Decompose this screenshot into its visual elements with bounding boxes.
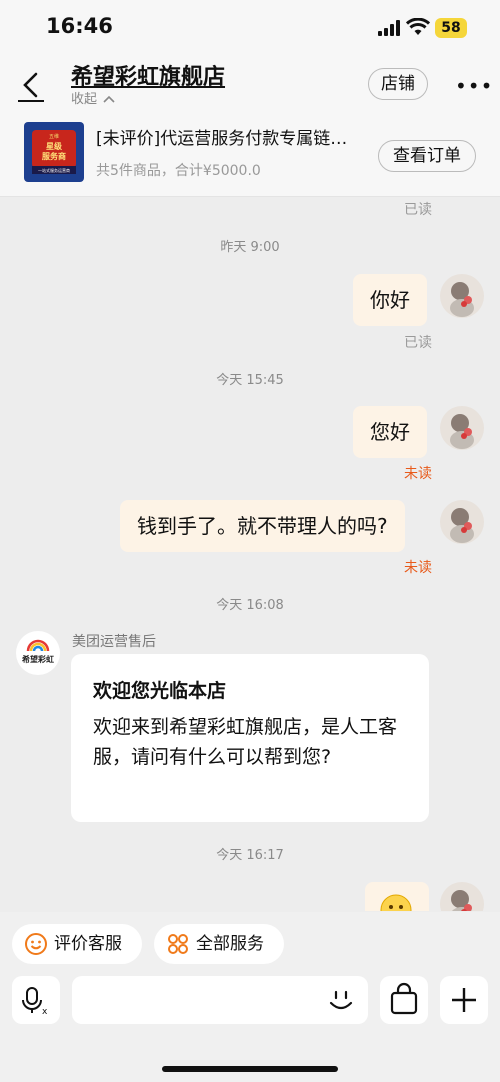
quick-actions: 评价客服 全部服务 xyxy=(0,912,500,972)
user-avatar[interactable] xyxy=(440,500,484,544)
order-bar[interactable]: 五维 星级 服务商 一站式服务运营商 [未评价]代运营服务付款专属链… 共5件商… xyxy=(0,114,500,197)
shop-button[interactable]: 店铺 xyxy=(368,68,428,100)
message-status: 未读 xyxy=(404,466,432,482)
more-icon[interactable]: ••• xyxy=(455,74,493,98)
timestamp: 今天 15:45 xyxy=(216,373,284,388)
plus-icon xyxy=(452,988,476,1012)
order-summary: 共5件商品，合计¥5000.0 xyxy=(96,163,261,179)
message-bubble-emoji[interactable] xyxy=(365,882,429,911)
microphone-icon: x xyxy=(22,987,48,1017)
read-status: 已读 xyxy=(404,202,432,218)
rate-service-button[interactable]: 评价客服 xyxy=(12,924,142,964)
smile-emoji-icon xyxy=(380,894,412,911)
message-input[interactable] xyxy=(72,976,368,1024)
all-services-label: 全部服务 xyxy=(196,934,264,954)
seller-name: 美团运营售后 xyxy=(72,634,156,650)
message-bubble-sent[interactable]: 您好 xyxy=(353,406,427,458)
chevron-up-icon xyxy=(103,95,115,103)
status-time: 16:46 xyxy=(46,14,113,38)
input-bar: x xyxy=(0,972,500,1082)
signal-icon xyxy=(378,20,400,36)
svg-text:希望彩虹: 希望彩虹 xyxy=(22,654,54,664)
back-arrow-icon[interactable] xyxy=(16,68,46,102)
welcome-card-title: 欢迎您光临本店 xyxy=(93,680,227,702)
chat-area[interactable]: 已读 昨天 9:00 你好 已读 今天 15:45 您好 未读 钱到手了。就不带… xyxy=(0,197,500,911)
message-status: 未读 xyxy=(404,560,432,576)
user-avatar[interactable] xyxy=(440,274,484,318)
chat-header: 希望彩虹旗舰店 收起 店铺 ••• xyxy=(0,56,500,114)
message-bubble-sent[interactable]: 钱到手了。就不带理人的吗? xyxy=(120,500,405,552)
wifi-icon xyxy=(406,18,430,35)
status-bar: 16:46 58 xyxy=(0,0,500,56)
smile-face-icon xyxy=(25,933,47,955)
collapse-label: 收起 xyxy=(71,92,98,107)
battery-level: 58 xyxy=(435,18,467,38)
emoji-icon[interactable] xyxy=(326,985,356,1015)
welcome-card-body: 欢迎来到希望彩虹旗舰店，是人工客服，请问有什么可以帮到您? xyxy=(93,716,398,768)
shop-name[interactable]: 希望彩虹旗舰店 xyxy=(71,59,225,91)
order-thumbnail: 五维 星级 服务商 一站式服务运营商 xyxy=(24,122,84,182)
message-bubble-sent[interactable]: 你好 xyxy=(353,274,427,326)
user-avatar[interactable] xyxy=(440,882,484,911)
services-grid-icon xyxy=(168,934,188,954)
shopping-bag-button[interactable] xyxy=(380,976,428,1024)
order-product-name: [未评价]代运营服务付款专属链… xyxy=(96,129,348,149)
svg-text:一站式服务运营商: 一站式服务运营商 xyxy=(38,167,70,173)
svg-text:服务商: 服务商 xyxy=(42,151,66,161)
rate-service-label: 评价客服 xyxy=(54,934,122,954)
svg-text:星级: 星级 xyxy=(46,141,63,151)
timestamp: 今天 16:08 xyxy=(216,598,284,613)
plus-button[interactable] xyxy=(440,976,488,1024)
shopping-bag-icon xyxy=(390,982,418,1015)
svg-text:x: x xyxy=(42,1007,48,1017)
view-order-button[interactable]: 查看订单 xyxy=(378,140,476,172)
timestamp: 昨天 9:00 xyxy=(220,240,280,255)
timestamp: 今天 16:17 xyxy=(216,848,284,863)
voice-input-button[interactable]: x xyxy=(12,976,60,1024)
home-indicator xyxy=(162,1066,338,1072)
all-services-button[interactable]: 全部服务 xyxy=(154,924,284,964)
message-status: 已读 xyxy=(404,335,432,351)
user-avatar[interactable] xyxy=(440,406,484,450)
welcome-card: 欢迎您光临本店 欢迎来到希望彩虹旗舰店，是人工客服，请问有什么可以帮到您? xyxy=(71,654,429,822)
svg-text:五维: 五维 xyxy=(49,133,59,140)
collapse-toggle[interactable]: 收起 xyxy=(71,88,115,107)
seller-avatar[interactable]: 希望彩虹 xyxy=(16,631,60,675)
